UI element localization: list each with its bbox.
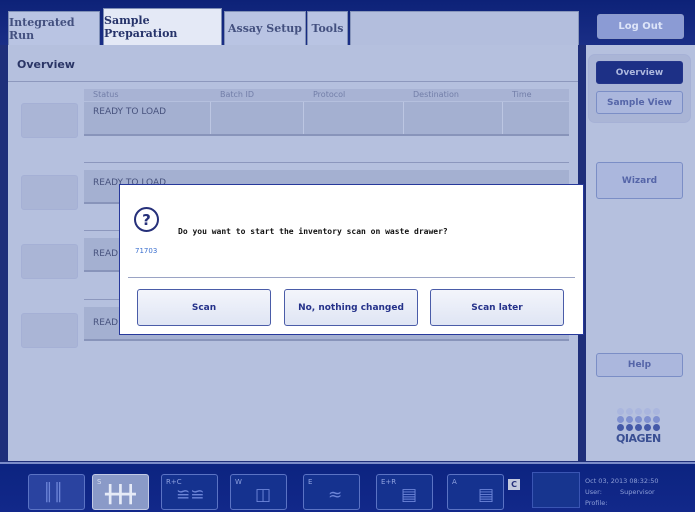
drawer-slot-assay[interactable]: A ▤: [447, 474, 504, 510]
no-nothing-changed-button[interactable]: No, nothing changed: [284, 289, 418, 326]
tab-sample-preparation[interactable]: Sample Preparation: [103, 8, 222, 45]
user-value: Supervisor: [620, 488, 655, 496]
row-divider: [84, 162, 569, 163]
column-header-batch-id: Batch ID: [220, 90, 255, 99]
batch-select-button-1[interactable]: [21, 103, 78, 138]
wizard-button[interactable]: Wizard: [596, 162, 683, 199]
assay-icon: ▤: [478, 485, 495, 505]
drawer-slot-sample[interactable]: S ╋╋╋: [92, 474, 149, 510]
slot-label: E: [308, 478, 313, 486]
cell-divider: [303, 102, 304, 134]
row-status: READ: [93, 318, 119, 328]
slot-label: W: [235, 478, 242, 486]
row-status: READY TO LOAD: [93, 107, 167, 117]
help-button[interactable]: Help: [596, 353, 683, 377]
drawer-slot-reagent[interactable]: R+C ≌≌: [161, 474, 218, 510]
logout-button[interactable]: Log Out: [597, 14, 684, 39]
column-header-destination: Destination: [413, 90, 459, 99]
title-divider: [8, 81, 578, 82]
batch-select-button-4[interactable]: [21, 313, 78, 348]
tube-rack-icon: ╋╋╋: [105, 485, 136, 505]
dialog-message: Do you want to start the inventory scan …: [178, 227, 448, 236]
scan-later-button[interactable]: Scan later: [430, 289, 564, 326]
drawer-slot-eluate[interactable]: E ≈: [303, 474, 360, 510]
page-title: Overview: [17, 58, 75, 71]
cell-divider: [502, 102, 503, 134]
sample-view-button[interactable]: Sample View: [596, 91, 683, 114]
tab-integrated-run[interactable]: Integrated Run: [8, 11, 100, 45]
cell-divider: [403, 102, 404, 134]
batch-select-button-3[interactable]: [21, 244, 78, 279]
dialog-divider: [128, 277, 575, 278]
scan-button[interactable]: Scan: [137, 289, 271, 326]
table-header: Status Batch ID Protocol Destination Tim…: [84, 89, 569, 101]
slot-label: A: [452, 478, 457, 486]
question-icon: ?: [134, 207, 159, 232]
column-header-status: Status: [93, 90, 119, 99]
status-indicator: [532, 472, 580, 508]
column-header-time: Time: [512, 90, 532, 99]
row-status: READ: [93, 249, 119, 259]
rack-icon: ║║: [43, 483, 64, 503]
cell-divider: [210, 102, 211, 134]
inventory-scan-dialog: ? Do you want to start the inventory sca…: [119, 184, 584, 335]
dialog-message-code: 71703: [135, 247, 158, 255]
reagent-cartridge-icon: ≌≌: [176, 485, 205, 505]
eluate-icon: ≈: [328, 485, 343, 505]
batch-select-button-2[interactable]: [21, 175, 78, 210]
profile-key: Profile:: [585, 499, 608, 507]
qiagen-logo-text: QIAGEN: [616, 432, 661, 445]
waste-bin-icon: ◫: [255, 485, 272, 505]
drawer-slot-waste[interactable]: W ◫: [230, 474, 287, 510]
table-row[interactable]: READY TO LOAD: [84, 102, 569, 136]
drawer-slot-eluate-reagent[interactable]: E+R ▤: [376, 474, 433, 510]
slot-label: S: [97, 478, 102, 486]
tab-assay-setup[interactable]: Assay Setup: [224, 11, 306, 45]
eluate-reagent-icon: ▤: [401, 485, 418, 505]
slot-label: E+R: [381, 478, 397, 486]
user-key: User:: [585, 488, 602, 496]
datetime-text: Oct 03, 2013 08:32:50: [585, 477, 659, 485]
drawer-slot-rack[interactable]: ║║: [28, 474, 85, 510]
tab-tools[interactable]: Tools: [307, 11, 348, 45]
overview-button[interactable]: Overview: [596, 61, 683, 84]
drawer-badge: C: [508, 479, 520, 490]
column-header-protocol: Protocol: [313, 90, 346, 99]
tab-bar-filler: [350, 11, 579, 45]
